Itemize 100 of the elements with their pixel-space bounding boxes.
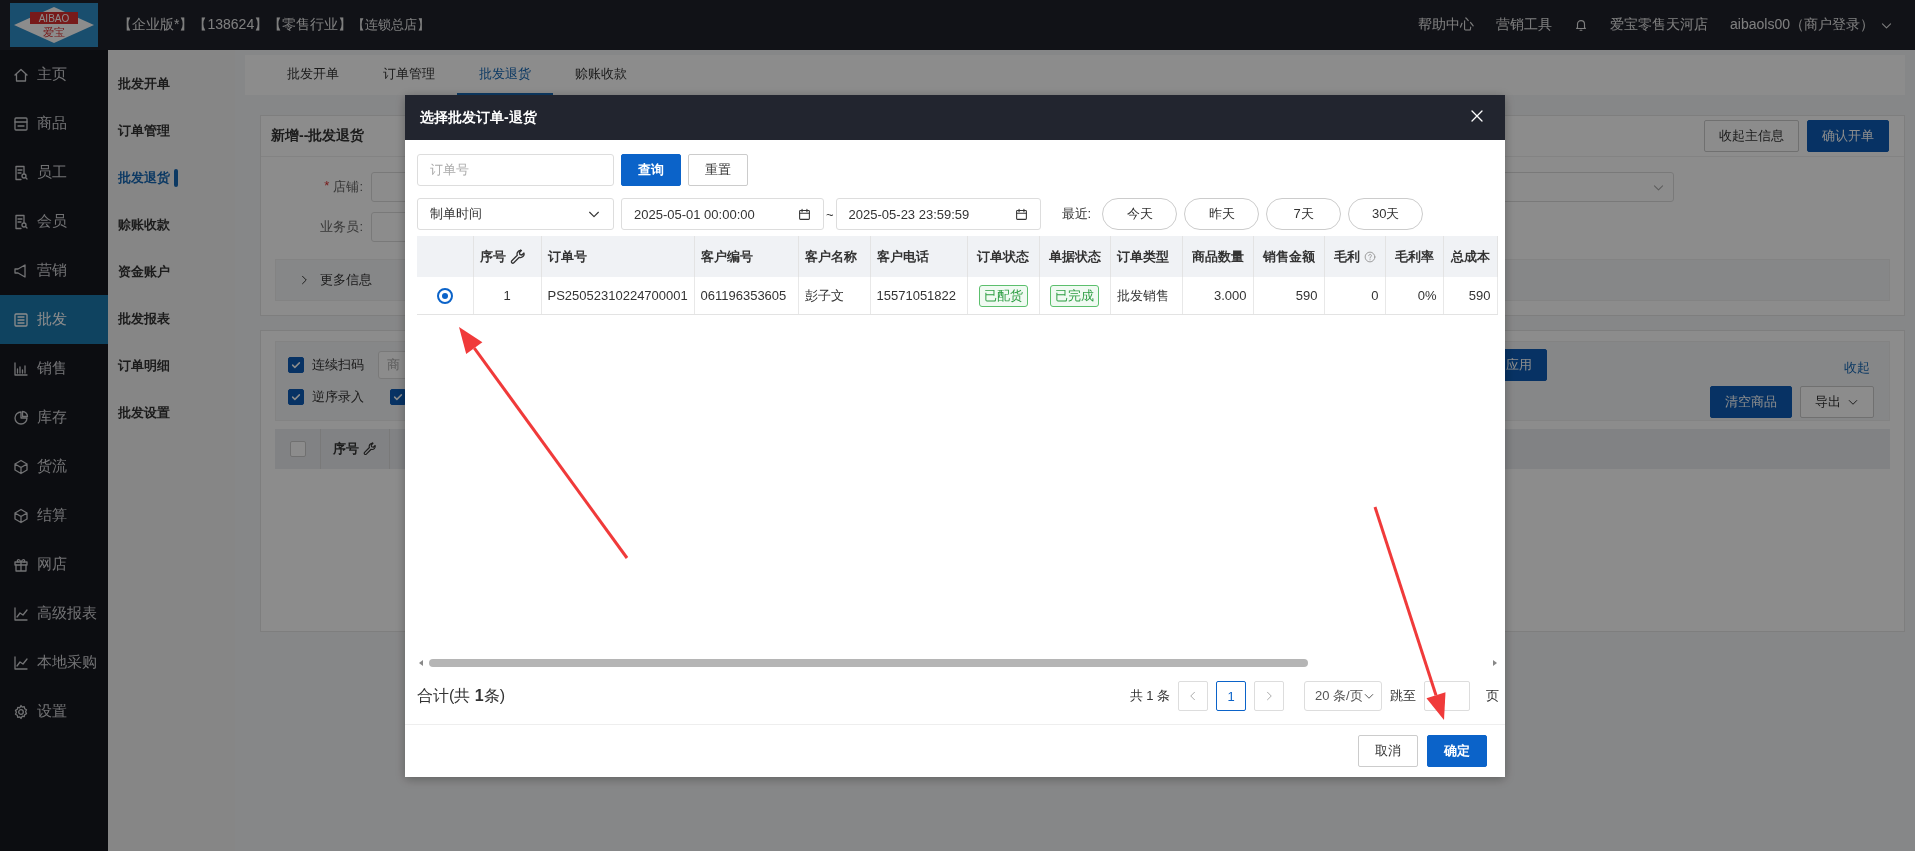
sidebar-item[interactable]: 商品 [0,99,108,148]
help-icon[interactable] [1363,250,1376,263]
subnav-item[interactable]: 批发报表 [108,295,235,342]
sidebar-item[interactable]: 本地采购 [0,638,108,687]
sidebar-item[interactable]: 设置 [0,687,108,736]
sidebar-item[interactable]: 营销 [0,246,108,295]
logo: AIBAO 爱宝 [10,3,98,47]
subnav-item[interactable]: 批发开单 [108,60,235,107]
checkbox-label: 逆序录入 [312,388,364,406]
confirm-button[interactable]: 确认开单 [1807,120,1889,152]
tab[interactable]: 订单管理 [361,55,457,95]
subnav-item[interactable]: 订单管理 [108,107,235,154]
sidebar-item[interactable]: 库存 [0,393,108,442]
sidebar-item[interactable]: 高级报表 [0,589,108,638]
start-date-field[interactable]: 2025-05-01 00:00:00 [621,198,824,230]
check-icon [290,359,302,371]
column-header: 总成本 [1450,247,1490,266]
range-separator: ~ [826,206,834,222]
page-number[interactable]: 1 [1216,681,1246,711]
subnav-item[interactable]: 资金账户 [108,248,235,295]
edition-tag: 【企业版*】 [118,16,194,34]
store-name[interactable]: 爱宝零售天河店 [1610,16,1709,34]
checkbox[interactable] [288,357,304,373]
table-cell: 590 [1468,288,1491,303]
cube-icon [13,507,29,524]
status-tag: 已配货 [978,284,1028,307]
subnav-item[interactable]: 批发退货 [108,154,235,201]
quick-range-button[interactable]: 30天 [1348,198,1424,230]
end-date-field[interactable]: 2025-05-23 23:59:59 [835,198,1041,230]
column-header: 序号 [333,440,359,458]
user-menu[interactable]: aibaols00（商户登录） [1730,16,1893,34]
megaphone-icon [13,262,29,279]
column-header: 客户名称 [804,247,857,266]
order-number-field[interactable]: 订单号 [417,154,614,186]
export-button[interactable]: 导出 [1800,386,1874,418]
table-cell: 15571051822 [876,288,957,303]
calendar-icon [798,207,811,221]
edition-tag: 【零售行业】 [268,16,353,34]
column-header: 订单类型 [1116,247,1169,266]
scroll-right-icon[interactable] [1491,659,1499,667]
quick-range-button[interactable]: 今天 [1102,198,1178,230]
wrench-icon[interactable] [363,442,377,456]
column-header: 订单状态 [977,247,1029,266]
sidebar-item[interactable]: 主页 [0,50,108,99]
reset-button[interactable]: 重置 [688,154,748,186]
sidebar-item[interactable]: 货流 [0,442,108,491]
scrollbar-thumb[interactable] [429,659,1308,667]
sidebar-item[interactable]: 批发 [0,295,108,344]
status-tag: 已完成 [1050,284,1099,307]
page-size-select[interactable]: 20 条/页 [1304,681,1382,711]
sidebar-item[interactable]: 网店 [0,540,108,589]
checkbox-label: 连续扫码 [312,356,364,374]
home-icon [13,66,29,83]
quick-range-button[interactable]: 昨天 [1184,198,1260,230]
sidebar-item[interactable]: 结算 [0,491,108,540]
checkbox[interactable] [390,389,406,405]
table-cell: 0% [1417,288,1437,303]
sidebar-item[interactable]: 员工 [0,148,108,197]
column-header: 客户编号 [700,247,753,266]
list-icon [13,311,29,328]
cancel-button[interactable]: 取消 [1358,735,1418,767]
dialog-title: 选择批发订单-退货 [420,108,537,127]
settings-icon [13,703,29,720]
scroll-left-icon[interactable] [417,659,425,667]
field-label: 业务员: [320,218,363,236]
close-icon[interactable] [1469,108,1485,124]
wrench-icon[interactable] [509,248,526,265]
sidebar-item[interactable]: 销售 [0,344,108,393]
table-cell: PS25052310224700001 [547,288,688,303]
confirm-button[interactable]: 确定 [1427,735,1487,767]
clear-button[interactable]: 清空商品 [1710,386,1792,418]
line-chart-icon [13,605,29,622]
column-header: 商品数量 [1191,247,1244,266]
table-cell: 061196353605 [700,288,787,303]
column-header: 单据状态 [1048,247,1101,266]
date-type-select[interactable]: 制单时间 [417,198,614,230]
tab[interactable]: 批发开单 [265,55,361,95]
collapse-button[interactable]: 收起主信息 [1704,120,1799,152]
sidebar-item[interactable]: 会员 [0,197,108,246]
check-icon [290,391,302,403]
bell-icon[interactable] [1574,18,1589,32]
tab[interactable]: 赊账收款 [553,55,649,95]
quick-range-button[interactable]: 7天 [1266,198,1342,230]
page-unit: 页 [1486,687,1499,705]
column-header: 订单号 [547,247,587,266]
query-button[interactable]: 查询 [621,154,681,186]
checkbox[interactable] [288,389,304,405]
subnav-item[interactable]: 订单明细 [108,342,235,389]
subnav-item[interactable]: 批发设置 [108,389,235,436]
collapse-link[interactable]: 收起 [1844,359,1870,377]
table-cell: 1 [503,288,511,303]
summary-text: 合计(共 1条) [417,685,505,706]
radio-button[interactable] [436,287,453,304]
column-header: 毛利 [1333,247,1360,266]
header-link[interactable]: 营销工具 [1496,16,1553,34]
line-chart-icon [13,654,29,671]
document-icon [13,164,29,181]
subnav-item[interactable]: 赊账收款 [108,201,235,248]
table-cell: 590 [1295,288,1318,303]
header-link[interactable]: 帮助中心 [1418,16,1475,34]
